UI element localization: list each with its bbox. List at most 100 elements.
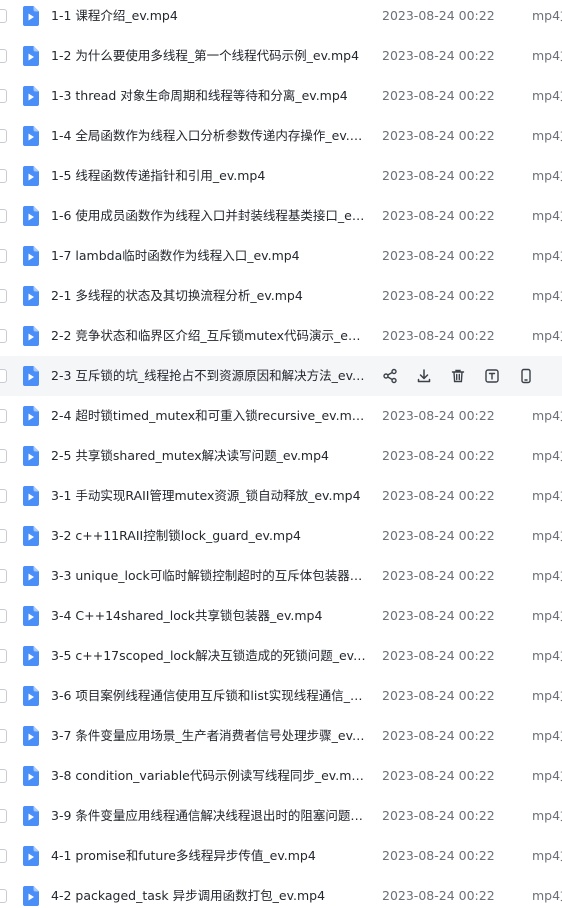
file-row[interactable]: 3-4 C++14shared_lock共享锁包装器_ev.mp4 2023-08… <box>0 596 562 636</box>
modified-date: 2023-08-24 00:22 <box>382 728 495 743</box>
file-row[interactable]: 2-1 多线程的状态及其切换流程分析_ev.mp4 2023-08-24 00:2… <box>0 276 562 316</box>
file-name[interactable]: 3-4 C++14shared_lock共享锁包装器_ev.mp4 <box>51 607 366 625</box>
file-row[interactable]: 3-5 c++17scoped_lock解决互锁造成的死锁问题_ev.mp4 20… <box>0 636 562 676</box>
file-name[interactable]: 4-1 promise和future多线程异步传值_ev.mp4 <box>51 847 366 865</box>
file-name[interactable]: 2-1 多线程的状态及其切换流程分析_ev.mp4 <box>51 287 366 305</box>
file-name[interactable]: 2-3 互斥锁的坑_线程抢占不到资源原因和解决方法_ev.mp4 <box>51 367 366 385</box>
file-row[interactable]: 1-3 thread 对象生命周期和线程等待和分离_ev.mp4 2023-08-… <box>0 76 562 116</box>
file-name[interactable]: 3-1 手动实现RAII管理mutex资源_锁自动释放_ev.mp4 <box>51 487 366 505</box>
modified-date: 2023-08-24 00:22 <box>382 168 495 183</box>
file-name[interactable]: 1-1 课程介绍_ev.mp4 <box>51 7 366 25</box>
video-file-icon <box>23 486 39 506</box>
modified-date: 2023-08-24 00:22 <box>382 848 495 863</box>
row-checkbox[interactable] <box>0 889 7 903</box>
video-file-icon <box>23 126 39 146</box>
row-checkbox[interactable] <box>0 89 7 103</box>
modified-date: 2023-08-24 00:22 <box>382 648 495 663</box>
file-row[interactable]: 3-6 项目案例线程通信使用互斥锁和list实现线程通信_ev.mp4 2023-… <box>0 676 562 716</box>
file-type: mp4文 <box>532 448 562 463</box>
file-row[interactable]: 1-5 线程函数传递指针和引用_ev.mp4 2023-08-24 00:22 mp… <box>0 156 562 196</box>
file-type: mp4文 <box>532 648 562 663</box>
file-row[interactable]: 3-7 条件变量应用场景_生产者消费者信号处理步骤_ev.mp4 2023-08-… <box>0 716 562 756</box>
row-checkbox[interactable] <box>0 329 7 343</box>
file-name[interactable]: 3-6 项目案例线程通信使用互斥锁和list实现线程通信_ev.mp4 <box>51 687 366 705</box>
row-checkbox[interactable] <box>0 49 7 63</box>
file-name[interactable]: 1-5 线程函数传递指针和引用_ev.mp4 <box>51 167 366 185</box>
modified-date: 2023-08-24 00:22 <box>382 128 495 143</box>
file-type: mp4文 <box>532 848 562 863</box>
row-checkbox[interactable] <box>0 649 7 663</box>
file-row[interactable]: 1-1 课程介绍_ev.mp4 2023-08-24 00:22 mp4文 <box>0 0 562 36</box>
row-checkbox[interactable] <box>0 169 7 183</box>
file-row[interactable]: 2-4 超时锁timed_mutex和可重入锁recursive_ev.mp4 2… <box>0 396 562 436</box>
file-name[interactable]: 3-8 condition_variable代码示例读写线程同步_ev.mp4 <box>51 767 366 785</box>
file-row[interactable]: 4-1 promise和future多线程异步传值_ev.mp4 2023-08-… <box>0 836 562 876</box>
file-row[interactable]: 3-9 条件变量应用线程通信解决线程退出时的阻塞问题_ev.mp4 2023-08… <box>0 796 562 836</box>
video-file-icon <box>23 406 39 426</box>
file-row[interactable]: 3-3 unique_lock可临时解锁控制超时的互斥体包装器_ev.mp4 20… <box>0 556 562 596</box>
file-type: mp4文 <box>532 688 562 703</box>
row-checkbox[interactable] <box>0 729 7 743</box>
row-checkbox[interactable] <box>0 809 7 823</box>
file-row[interactable]: 1-4 全局函数作为线程入口分析参数传递内存操作_ev.mp4 2023-08-2… <box>0 116 562 156</box>
row-checkbox[interactable] <box>0 489 7 503</box>
file-row[interactable]: 4-2 packaged_task 异步调用函数打包_ev.mp4 2023-08… <box>0 876 562 908</box>
row-checkbox[interactable] <box>0 129 7 143</box>
file-name[interactable]: 2-4 超时锁timed_mutex和可重入锁recursive_ev.mp4 <box>51 407 366 425</box>
video-file-icon <box>23 846 39 866</box>
file-type: mp4文 <box>532 728 562 743</box>
file-name[interactable]: 1-6 使用成员函数作为线程入口并封装线程基类接口_ev.mp4 <box>51 207 366 225</box>
file-name[interactable]: 1-4 全局函数作为线程入口分析参数传递内存操作_ev.mp4 <box>51 127 366 145</box>
row-checkbox[interactable] <box>0 569 7 583</box>
file-row[interactable]: 3-2 c++11RAII控制锁lock_guard_ev.mp4 2023-08… <box>0 516 562 556</box>
file-name[interactable]: 4-2 packaged_task 异步调用函数打包_ev.mp4 <box>51 887 366 905</box>
modified-date: 2023-08-24 00:22 <box>382 328 495 343</box>
file-row[interactable]: 2-3 互斥锁的坑_线程抢占不到资源原因和解决方法_ev.mp4 <box>0 356 562 396</box>
file-name[interactable]: 1-2 为什么要使用多线程_第一个线程代码示例_ev.mp4 <box>51 47 366 65</box>
download-icon[interactable] <box>414 366 434 386</box>
row-checkbox[interactable] <box>0 529 7 543</box>
video-file-icon <box>23 326 39 346</box>
row-checkbox[interactable] <box>0 849 7 863</box>
file-row[interactable]: 2-5 共享锁shared_mutex解决读写问题_ev.mp4 2023-08-… <box>0 436 562 476</box>
row-checkbox[interactable] <box>0 209 7 223</box>
file-row[interactable]: 1-6 使用成员函数作为线程入口并封装线程基类接口_ev.mp4 2023-08-… <box>0 196 562 236</box>
video-file-icon <box>23 766 39 786</box>
row-checkbox[interactable] <box>0 449 7 463</box>
video-file-icon <box>23 606 39 626</box>
row-checkbox[interactable] <box>0 609 7 623</box>
delete-icon[interactable] <box>448 366 468 386</box>
file-name[interactable]: 3-3 unique_lock可临时解锁控制超时的互斥体包装器_ev.mp4 <box>51 567 366 585</box>
row-checkbox[interactable] <box>0 409 7 423</box>
file-name[interactable]: 3-7 条件变量应用场景_生产者消费者信号处理步骤_ev.mp4 <box>51 727 366 745</box>
video-file-icon <box>23 246 39 266</box>
video-file-icon <box>23 886 39 906</box>
modified-date: 2023-08-24 00:22 <box>382 768 495 783</box>
file-name[interactable]: 3-2 c++11RAII控制锁lock_guard_ev.mp4 <box>51 527 366 545</box>
row-checkbox[interactable] <box>0 9 7 23</box>
row-checkbox[interactable] <box>0 689 7 703</box>
row-checkbox[interactable] <box>0 369 7 383</box>
row-checkbox[interactable] <box>0 249 7 263</box>
modified-date: 2023-08-24 00:22 <box>382 248 495 263</box>
file-row[interactable]: 1-7 lambda临时函数作为线程入口_ev.mp4 2023-08-24 00… <box>0 236 562 276</box>
modified-date: 2023-08-24 00:22 <box>382 608 495 623</box>
file-row[interactable]: 1-2 为什么要使用多线程_第一个线程代码示例_ev.mp4 2023-08-24… <box>0 36 562 76</box>
video-file-icon <box>23 6 39 26</box>
file-row[interactable]: 3-1 手动实现RAII管理mutex资源_锁自动释放_ev.mp4 2023-0… <box>0 476 562 516</box>
file-row[interactable]: 2-2 竞争状态和临界区介绍_互斥锁mutex代码演示_ev.mp4 2023-0… <box>0 316 562 356</box>
file-name[interactable]: 1-3 thread 对象生命周期和线程等待和分离_ev.mp4 <box>51 87 366 105</box>
file-name[interactable]: 2-2 竞争状态和临界区介绍_互斥锁mutex代码演示_ev.mp4 <box>51 327 366 345</box>
file-row[interactable]: 3-8 condition_variable代码示例读写线程同步_ev.mp4 2… <box>0 756 562 796</box>
file-name[interactable]: 2-5 共享锁shared_mutex解决读写问题_ev.mp4 <box>51 447 366 465</box>
phone-icon[interactable] <box>516 366 536 386</box>
text-extract-icon[interactable] <box>482 366 502 386</box>
share-icon[interactable] <box>380 366 400 386</box>
row-checkbox[interactable] <box>0 289 7 303</box>
row-checkbox[interactable] <box>0 769 7 783</box>
file-name[interactable]: 3-5 c++17scoped_lock解决互锁造成的死锁问题_ev.mp4 <box>51 647 366 665</box>
file-name[interactable]: 1-7 lambda临时函数作为线程入口_ev.mp4 <box>51 247 366 265</box>
file-type: mp4文 <box>532 768 562 783</box>
file-name[interactable]: 3-9 条件变量应用线程通信解决线程退出时的阻塞问题_ev.mp4 <box>51 807 366 825</box>
file-type: mp4文 <box>532 568 562 583</box>
